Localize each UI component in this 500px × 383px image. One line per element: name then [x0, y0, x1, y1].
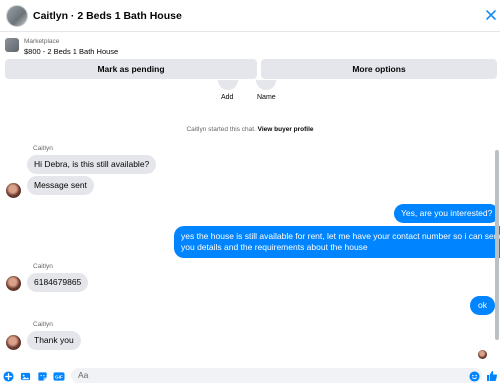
sender-name: Caitlyn	[33, 263, 53, 270]
scrollbar-thumb[interactable]	[495, 150, 499, 340]
listing-thumbnail	[5, 38, 19, 52]
chat-started-note: Caitlyn started this chat. View buyer pr…	[0, 126, 500, 133]
chat-title[interactable]: Caitlyn · 2 Beds 1 Bath House	[33, 10, 182, 22]
listing-source: Marketplace	[24, 38, 60, 45]
svg-text:GIF: GIF	[55, 374, 63, 379]
close-icon[interactable]	[484, 8, 498, 22]
add-icon[interactable]	[218, 80, 238, 90]
image-icon[interactable]	[19, 370, 31, 382]
avatar[interactable]	[6, 5, 28, 27]
message-bubble[interactable]: 6184679865	[27, 273, 89, 292]
name-icon[interactable]	[256, 80, 276, 90]
avatar[interactable]	[6, 183, 21, 198]
quick-action-add[interactable]: Add	[221, 94, 233, 101]
listing-price: $800 - 2 Beds 1 Bath House	[24, 47, 119, 56]
listing-info[interactable]: Marketplace $800 - 2 Beds 1 Bath House	[0, 33, 500, 59]
message-bubble[interactable]: yes the house is still available for ren…	[174, 226, 500, 258]
message-bubble[interactable]: Yes, are you interested?	[394, 204, 500, 223]
sender-name: Caitlyn	[33, 145, 53, 152]
seen-avatar	[478, 350, 487, 359]
plus-circle-icon[interactable]	[2, 370, 14, 382]
mark-as-pending-button[interactable]: Mark as pending	[5, 59, 257, 79]
message-bubble[interactable]: Hi Debra, is this still available?	[27, 155, 157, 174]
message-bubble[interactable]: Message sent	[27, 176, 94, 195]
gif-icon[interactable]: GIF	[53, 370, 65, 382]
message-line: yes the house is still available for ren…	[181, 231, 500, 241]
avatar[interactable]	[6, 335, 21, 350]
more-options-button[interactable]: More options	[261, 59, 497, 79]
quick-action-name[interactable]: Name	[257, 94, 276, 101]
message-bubble[interactable]: Thank you	[27, 331, 81, 350]
view-buyer-profile-link[interactable]: View buyer profile	[258, 126, 314, 133]
like-icon[interactable]	[486, 370, 498, 382]
message-input[interactable]	[71, 368, 482, 383]
message-bubble[interactable]: ok	[470, 296, 495, 315]
sticker-icon[interactable]	[36, 370, 48, 382]
sender-name: Caitlyn	[33, 321, 53, 328]
chat-header: Caitlyn · 2 Beds 1 Bath House	[0, 0, 500, 32]
system-note-text: Caitlyn started this chat.	[186, 126, 256, 133]
avatar[interactable]	[6, 276, 21, 291]
message-line: you details and the requirements about t…	[181, 242, 368, 252]
emoji-icon[interactable]	[468, 370, 480, 382]
message-input-placeholder: Aa	[78, 370, 89, 380]
